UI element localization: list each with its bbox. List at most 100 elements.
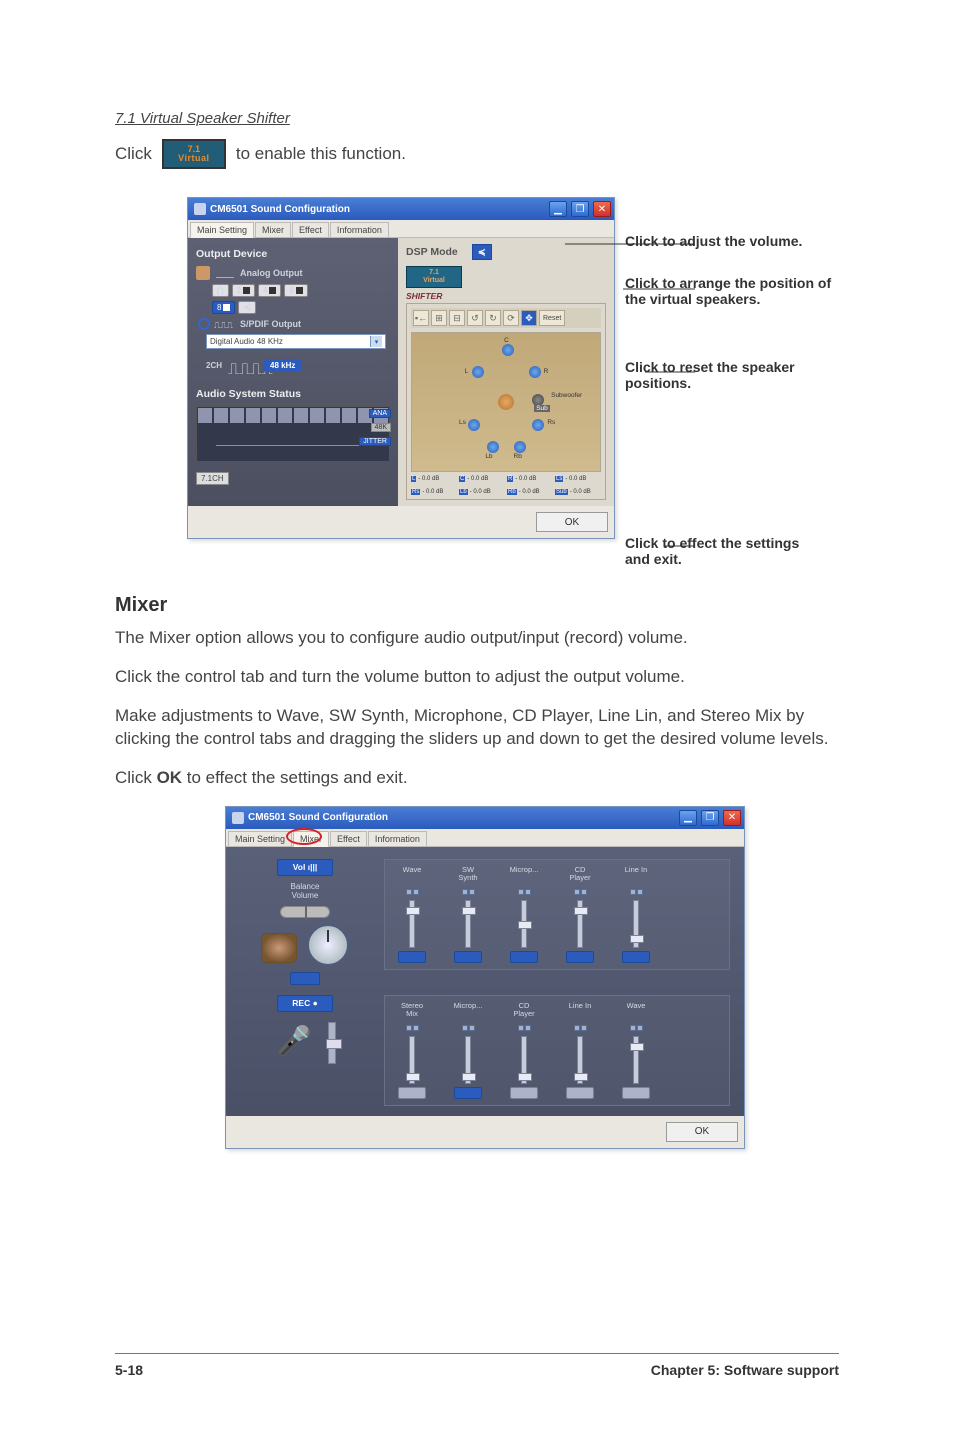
close-button[interactable]: ✕ <box>723 810 741 826</box>
slider-stereomix-balance[interactable] <box>401 1023 423 1033</box>
shifter-zoom-out-icon[interactable]: ▪← <box>413 310 429 326</box>
speaker-r[interactable] <box>529 366 541 378</box>
shifter-reset-button[interactable]: Reset <box>539 310 565 326</box>
slider-rec-microphone-track[interactable] <box>465 1036 471 1084</box>
slider-linein-balance[interactable] <box>625 887 647 897</box>
spdif-output-row[interactable]: ⎍⎍⎍ S/PDIF Output <box>198 318 390 330</box>
speaker-rs[interactable] <box>532 419 544 431</box>
db-l[interactable]: L- 0.0 dB <box>411 476 456 482</box>
slider-wave-track[interactable] <box>409 900 415 948</box>
shifter-move-icon[interactable]: ✥ <box>521 310 537 326</box>
tab-main-setting[interactable]: Main Setting <box>228 831 292 846</box>
slider-swsynth-balance[interactable] <box>457 887 479 897</box>
slider-wave-mute[interactable] <box>398 951 426 963</box>
callout-arrange: Click to arrange the position of the vir… <box>625 275 845 307</box>
shifter-zoom-in-icon[interactable]: ⊞ <box>431 310 447 326</box>
pulse-icon: ⎍⎍⎍ <box>214 320 236 328</box>
slider-rec-wave-track[interactable] <box>633 1036 639 1084</box>
listener-icon[interactable] <box>498 394 514 410</box>
tab-effect[interactable]: Effect <box>330 831 367 846</box>
db-sub[interactable]: Sub- 0.0 dB <box>555 489 600 495</box>
slider-rec-cdplayer-balance[interactable] <box>513 1023 535 1033</box>
slider-stereomix-select[interactable] <box>398 1087 426 1099</box>
db-rs[interactable]: Rs- 0.0 dB <box>411 489 456 495</box>
badge-48k: 48K <box>371 423 391 432</box>
shifter-center-icon[interactable]: ⊟ <box>449 310 465 326</box>
virtual-button-line2: Virtual <box>178 154 209 163</box>
tab-mixer[interactable]: Mixer <box>255 222 291 237</box>
slider-cdplayer-balance[interactable] <box>569 887 591 897</box>
tab-main-setting[interactable]: Main Setting <box>190 222 254 238</box>
record-master-slider[interactable] <box>328 1022 336 1064</box>
slider-cdplayer-track[interactable] <box>577 900 583 948</box>
slider-rec-wave-balance[interactable] <box>625 1023 647 1033</box>
slider-swsynth-mute[interactable] <box>454 951 482 963</box>
slider-linein-mute[interactable] <box>622 951 650 963</box>
shifter-rotate-right-icon[interactable]: ↻ <box>485 310 501 326</box>
slider-linein-track[interactable] <box>633 900 639 948</box>
shifter-rotate-left-icon[interactable]: ↺ <box>467 310 483 326</box>
slider-rec-linein-select[interactable] <box>566 1087 594 1099</box>
tab-effect[interactable]: Effect <box>292 222 329 237</box>
slider-cdplayer-mute[interactable] <box>566 951 594 963</box>
speaker-c[interactable] <box>502 344 514 356</box>
slider-rec-linein-track[interactable] <box>577 1036 583 1084</box>
speaker-ls[interactable] <box>468 419 480 431</box>
slider-rec-wave-label: Wave <box>627 1002 646 1020</box>
slider-wave-balance[interactable] <box>401 887 423 897</box>
speaker-lb[interactable] <box>487 441 499 453</box>
digital-audio-select[interactable]: Digital Audio 48 KHz ▾ <box>206 334 386 349</box>
window2-titlebar[interactable]: CM6501 Sound Configuration ▁ ❐ ✕ <box>226 807 744 829</box>
minimize-button[interactable]: ▁ <box>679 810 697 826</box>
volume-button[interactable]: ≼ <box>472 244 492 260</box>
tab-information[interactable]: Information <box>368 831 427 846</box>
wave-icon <box>216 268 234 278</box>
speaker-l[interactable] <box>472 366 484 378</box>
ch-6-button[interactable]: 6 <box>284 284 307 297</box>
ch-8-button[interactable]: 8 <box>212 301 235 314</box>
master-volume-dial[interactable] <box>307 924 349 966</box>
ok-button[interactable]: OK <box>536 512 608 532</box>
db-c[interactable]: C- 0.0 dB <box>459 476 504 482</box>
ok-button-2[interactable]: OK <box>666 1122 738 1142</box>
slider-rec-microphone-select[interactable] <box>454 1087 482 1099</box>
channel-label: 2CH <box>206 361 222 370</box>
slider-microphone-balance[interactable] <box>513 887 535 897</box>
minimize-button[interactable]: ▁ <box>549 201 567 217</box>
speaker-sub-label: Sub <box>534 405 550 412</box>
ch-4-button[interactable]: 4 <box>258 284 281 297</box>
virtual-button-large[interactable]: 7.1 Virtual <box>162 139 226 169</box>
virtual-button-small[interactable]: 7.1 Virtual <box>406 266 462 288</box>
slider-rec-linein-balance[interactable] <box>569 1023 591 1033</box>
analog-output-row[interactable]: Analog Output <box>196 266 390 280</box>
slider-microphone-mute[interactable] <box>510 951 538 963</box>
maximize-button[interactable]: ❐ <box>701 810 719 826</box>
window-titlebar[interactable]: CM6501 Sound Configuration ▁ ❐ ✕ <box>188 198 614 220</box>
maximize-button[interactable]: ❐ <box>571 201 589 217</box>
db-r[interactable]: R- 0.0 dB <box>507 476 552 482</box>
db-ls[interactable]: Ls- 0.0 dB <box>555 476 600 482</box>
balance-knob[interactable] <box>280 906 330 918</box>
close-button[interactable]: ✕ <box>593 201 611 217</box>
slider-swsynth-track[interactable] <box>465 900 471 948</box>
speaker-room[interactable]: C L R Sub Subwoofer Ls Rs <box>411 332 601 472</box>
speaker-r-label: R <box>544 368 549 375</box>
db-rb[interactable]: Rb- 0.0 dB <box>507 489 552 495</box>
tab-information[interactable]: Information <box>330 222 389 237</box>
balance-label: Balance Volume <box>291 882 320 900</box>
vss-button[interactable]: ≼ <box>238 301 256 314</box>
slider-rec-cdplayer-select[interactable] <box>510 1087 538 1099</box>
speaker-rb[interactable] <box>514 441 526 453</box>
slider-microphone-track[interactable] <box>521 900 527 948</box>
shifter-rotate-all-icon[interactable]: ⟳ <box>503 310 519 326</box>
slider-stereomix-track[interactable] <box>409 1036 415 1084</box>
channel-buttons-row-2: 8 ≼ <box>212 301 390 314</box>
ch-2-button[interactable]: 2 <box>232 284 255 297</box>
headphone-button[interactable]: ⋂ <box>212 284 229 297</box>
slider-rec-wave-select[interactable] <box>622 1087 650 1099</box>
chevron-down-icon[interactable]: ▾ <box>370 336 382 347</box>
slider-rec-microphone-balance[interactable] <box>457 1023 479 1033</box>
db-lb[interactable]: Lb- 0.0 dB <box>459 489 504 495</box>
master-mute-button[interactable] <box>290 972 320 985</box>
slider-rec-cdplayer-track[interactable] <box>521 1036 527 1084</box>
